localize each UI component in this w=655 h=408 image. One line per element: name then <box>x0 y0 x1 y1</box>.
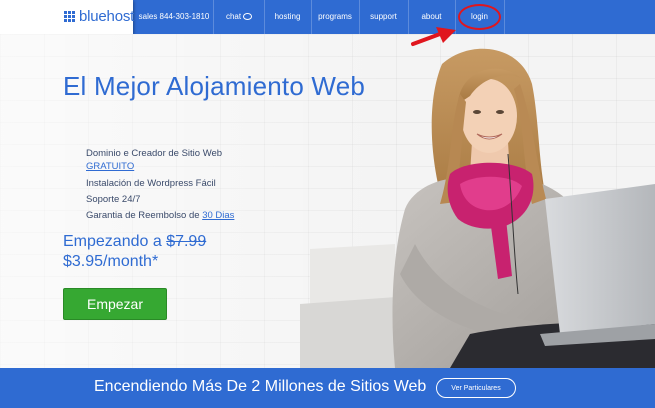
feature-wordpress: Instalación de Wordpress Fácil <box>86 178 216 189</box>
guarantee-link[interactable]: 30 Dias <box>202 210 234 221</box>
logo-text: bluehost <box>79 8 135 25</box>
hero-section: El Mejor Alojamiento Web Dominio e Cread… <box>0 34 655 368</box>
nav-support[interactable]: support <box>360 0 407 34</box>
feature-guarantee: Garantia de Reembolso de 30 Dias <box>86 210 235 221</box>
login-highlight-circle <box>458 4 501 30</box>
feature-support: Soporte 24/7 <box>86 194 141 205</box>
price-new: $3.95/month* <box>63 253 159 270</box>
nav-sales[interactable]: sales 844-303-1810 <box>136 0 212 34</box>
price-old: $7.99 <box>166 233 207 250</box>
banner-text: Encendiendo Más De 2 Millones de Sitios … <box>94 378 427 395</box>
red-arrow-icon <box>411 27 456 46</box>
nav-divider <box>504 0 505 34</box>
start-button[interactable]: Empezar <box>63 288 167 320</box>
nav-programs[interactable]: programs <box>312 0 358 34</box>
feature-free-link[interactable]: GRATUITO <box>86 161 134 172</box>
feature-free-domain: Dominio e Creador de Sitio Web <box>86 148 223 159</box>
hero-headline: El Mejor Alojamiento Web <box>63 71 366 101</box>
nav-chat[interactable]: chat <box>214 0 264 34</box>
nav-hosting[interactable]: hosting <box>265 0 310 34</box>
top-navigation: bluehost sales 844-303-1810 chat hosting… <box>0 0 655 34</box>
nav-chat-label: chat <box>225 12 242 21</box>
bottom-banner: Encendiendo Más De 2 Millones de Sitios … <box>0 368 655 408</box>
details-button[interactable]: Ver Particulares <box>436 378 516 398</box>
price-start: Empezando a $7.99 <box>63 233 207 250</box>
logo[interactable]: bluehost <box>0 0 135 34</box>
chat-bubble-icon <box>243 13 253 20</box>
logo-grid-icon <box>64 11 75 22</box>
